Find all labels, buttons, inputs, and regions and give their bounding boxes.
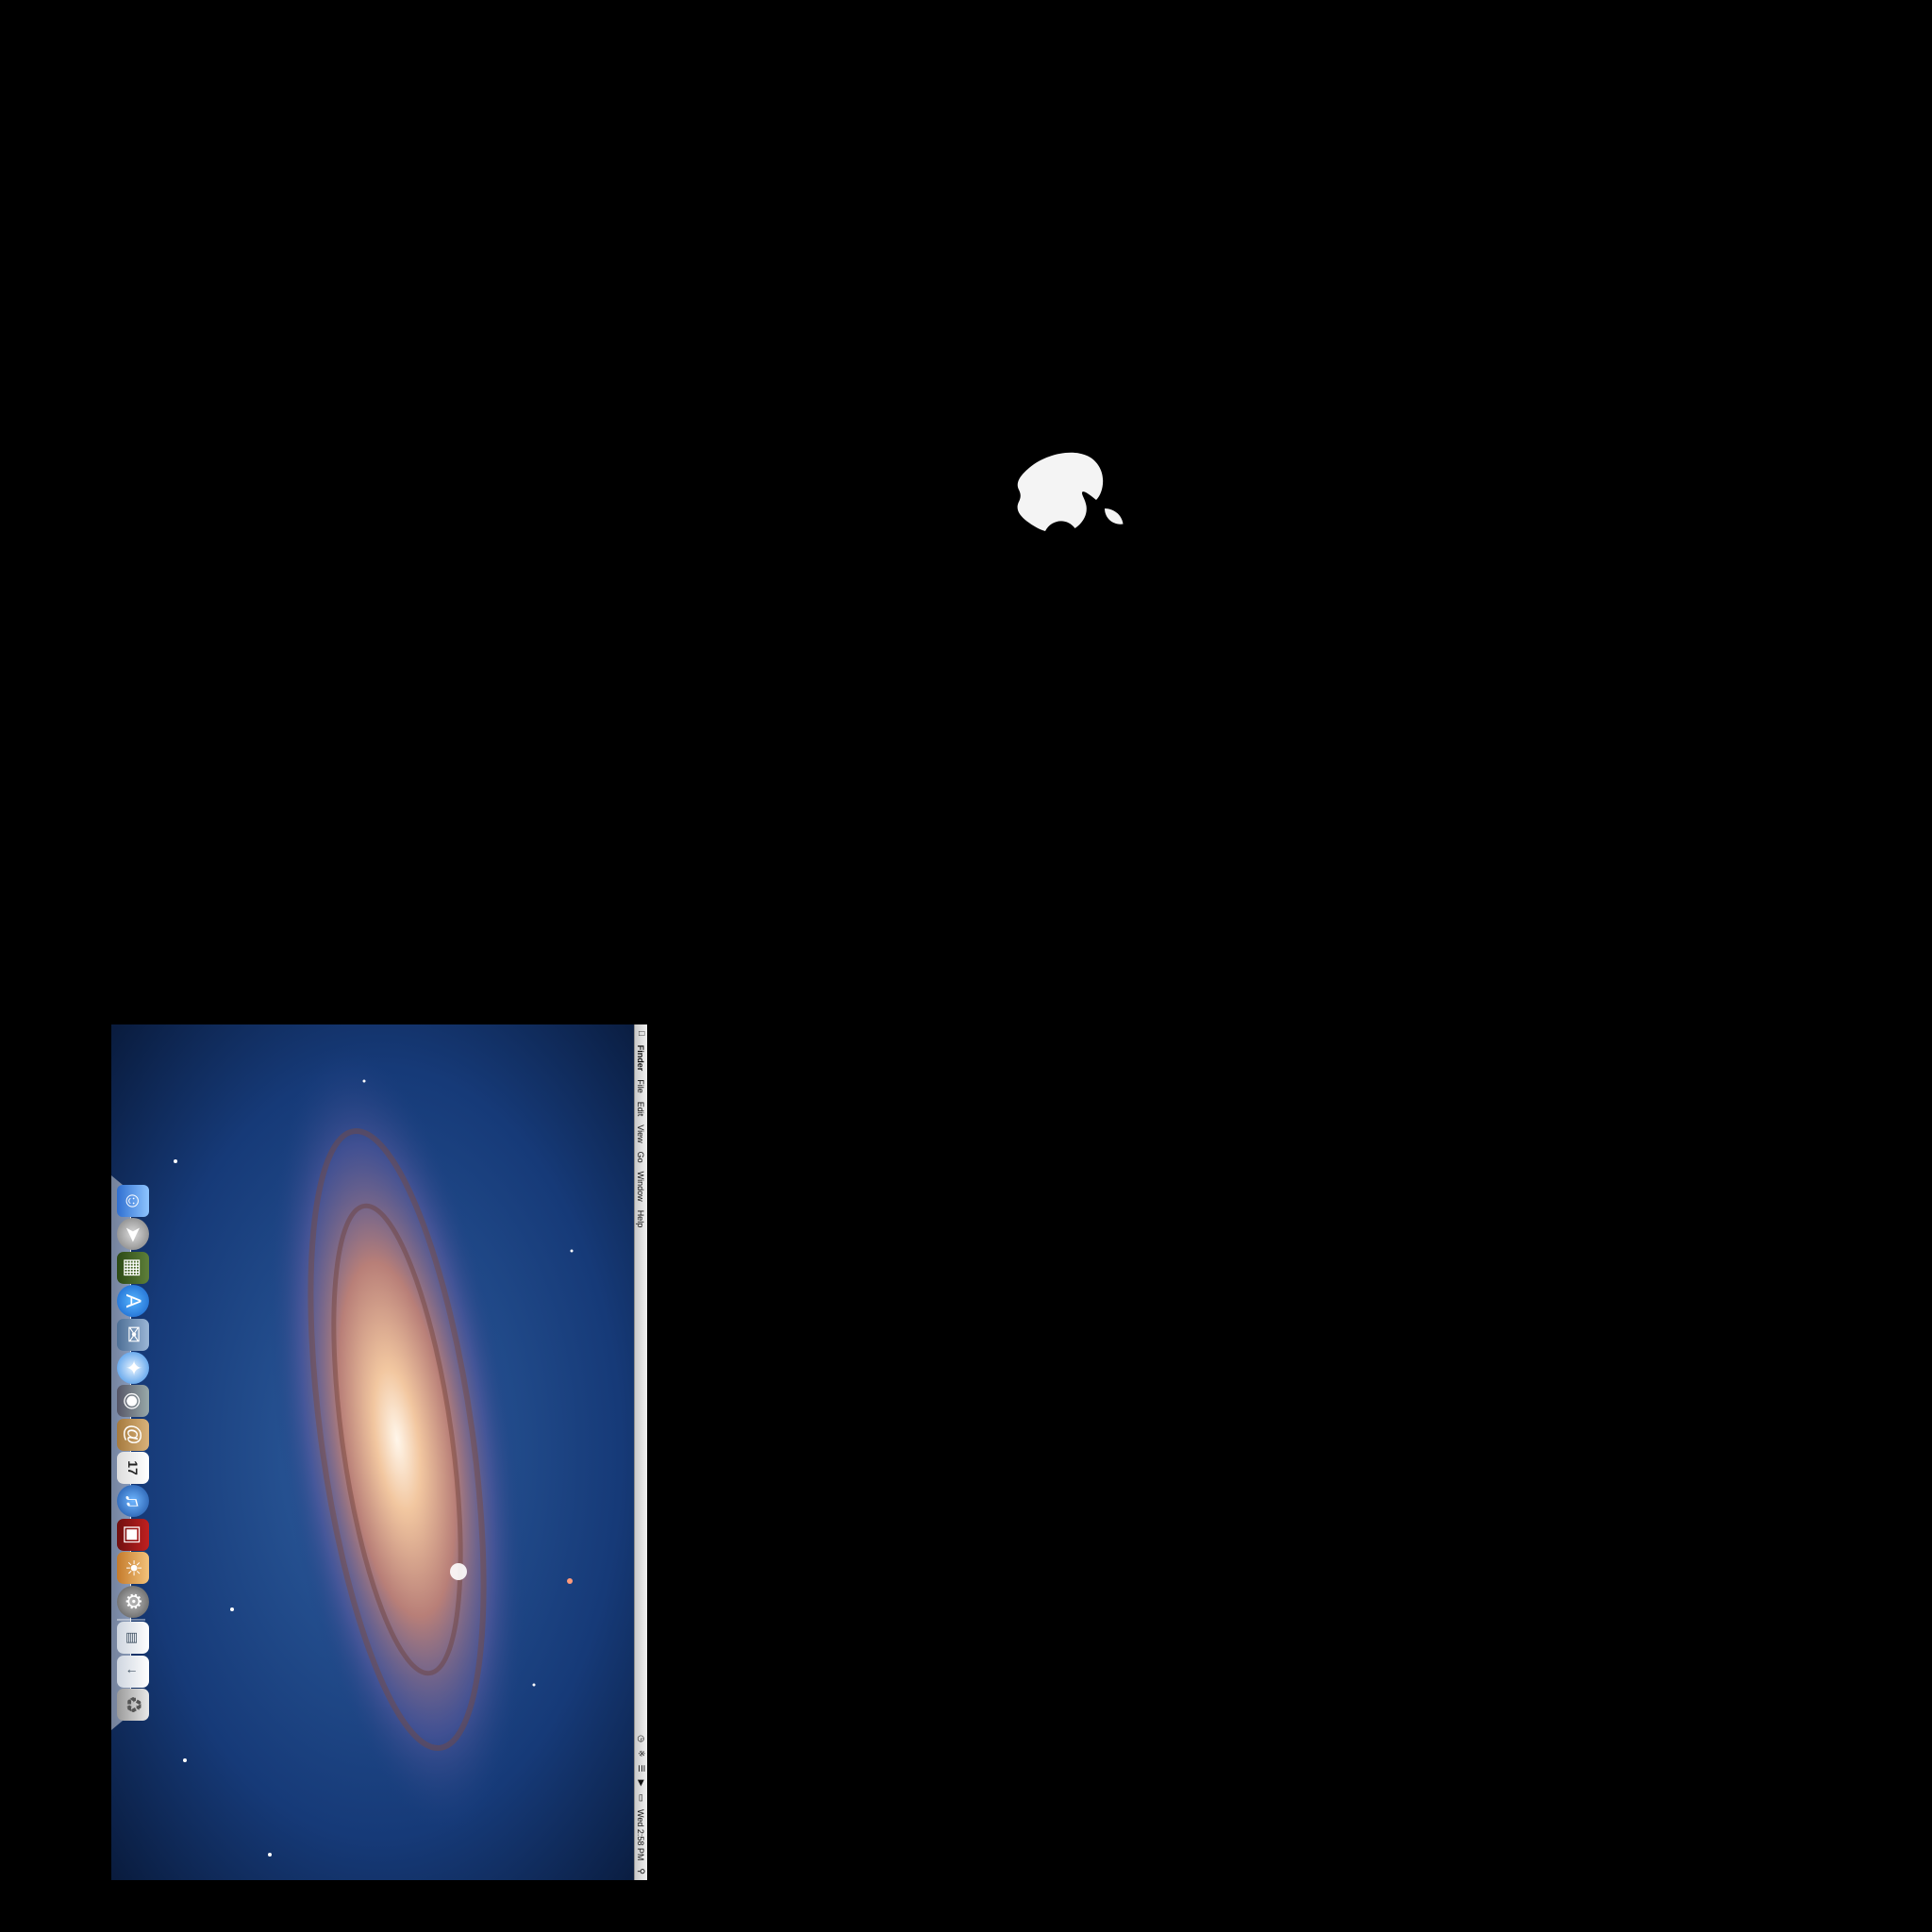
itunes-icon[interactable]: ♫	[117, 1485, 149, 1518]
dock: ☺ ➤ ▦ A ✉ ✦ ◉ @ 17 ♫ ▣ ☀ ⚙ ▤ ↓ ♻	[111, 1175, 154, 1730]
facetime-icon[interactable]: ◉	[117, 1385, 149, 1418]
time-machine-icon[interactable]: ◷	[637, 1735, 646, 1742]
contacts-icon[interactable]: @	[117, 1418, 149, 1451]
menu-view[interactable]: View	[637, 1124, 646, 1142]
iphoto-icon[interactable]: ☀	[117, 1552, 149, 1585]
trash-icon[interactable]: ♻	[117, 1689, 149, 1721]
desktop-thumbnail:  Finder File Edit View Go Window Help ◷…	[111, 1024, 647, 1880]
calendar-icon[interactable]: 17	[117, 1452, 149, 1484]
menu-go[interactable]: Go	[637, 1152, 646, 1163]
menu-clock[interactable]: Wed 2:58 PM	[637, 1809, 646, 1860]
wifi-icon[interactable]: ☰	[637, 1765, 646, 1773]
volume-icon[interactable]: ▶	[637, 1780, 646, 1787]
downloads-icon[interactable]: ↓	[117, 1655, 149, 1688]
menu-bar:  Finder File Edit View Go Window Help ◷…	[634, 1024, 647, 1880]
mail-icon[interactable]: ✉	[117, 1318, 149, 1351]
finder-icon[interactable]: ☺	[117, 1185, 149, 1217]
dock-separator	[117, 1618, 145, 1621]
battery-icon[interactable]: ▭	[637, 1794, 646, 1803]
photo-booth-icon[interactable]: ▣	[117, 1518, 149, 1551]
preferences-icon[interactable]: ⚙	[117, 1585, 149, 1618]
galaxy-wallpaper	[111, 1024, 647, 1880]
desktop-screen:  Finder File Edit View Go Window Help ◷…	[111, 1024, 647, 1880]
safari-icon[interactable]: ✦	[117, 1351, 149, 1384]
menu-edit[interactable]: Edit	[637, 1102, 646, 1117]
spotlight-icon[interactable]: ⚲	[637, 1868, 646, 1874]
menu-help[interactable]: Help	[637, 1210, 646, 1228]
menu-file[interactable]: File	[637, 1079, 646, 1093]
app-store-icon[interactable]: A	[117, 1285, 149, 1318]
apple-logo-icon	[1017, 452, 1124, 531]
mission-control-icon[interactable]: ▦	[117, 1251, 149, 1284]
menu-window[interactable]: Window	[637, 1172, 646, 1202]
menu-app-name[interactable]: Finder	[637, 1045, 646, 1072]
launchpad-icon[interactable]: ➤	[117, 1218, 149, 1251]
bluetooth-icon[interactable]: ※	[637, 1750, 646, 1757]
apple-menu-icon[interactable]: 	[637, 1030, 646, 1037]
documents-icon[interactable]: ▤	[117, 1622, 149, 1655]
